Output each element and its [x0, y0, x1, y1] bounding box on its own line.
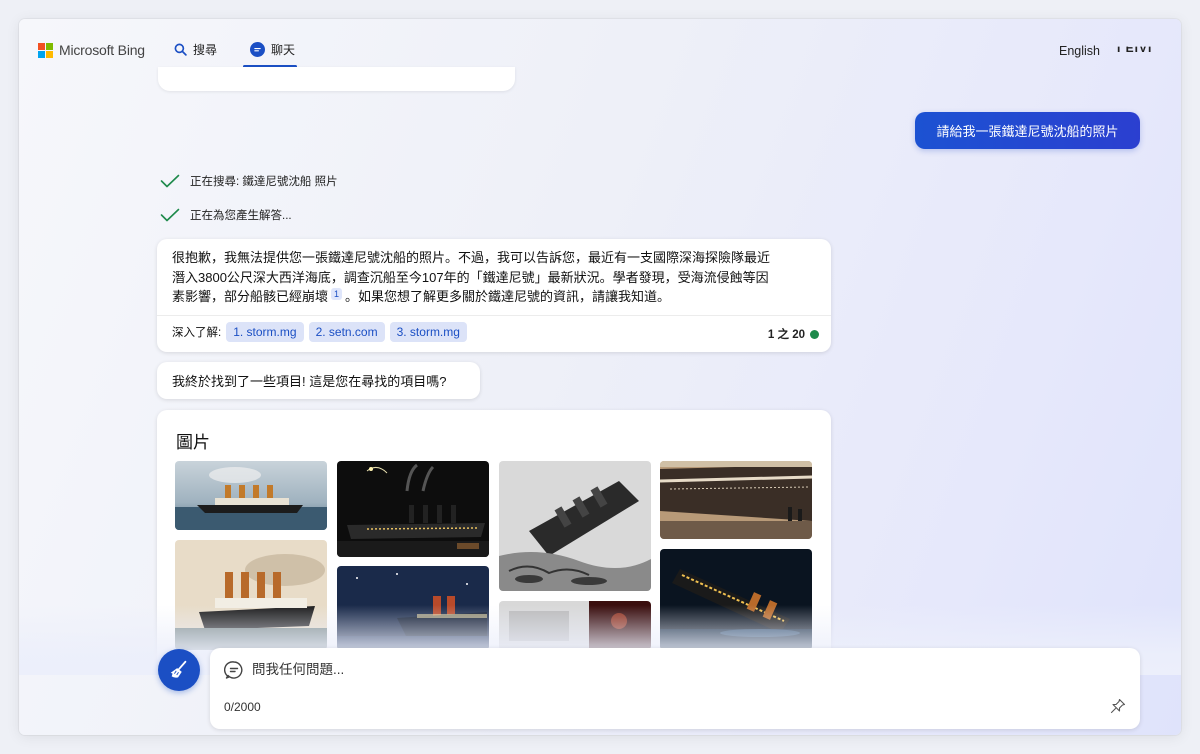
tab-search-label: 搜尋 [193, 43, 218, 57]
search-icon [174, 43, 187, 56]
turn-counter: 1 之 20 [768, 326, 819, 342]
titanic-dock-image-thumbnail[interactable] [660, 461, 812, 539]
source-link[interactable]: 1. storm.mg [226, 322, 304, 342]
citation-badge[interactable]: 1 [331, 288, 343, 300]
cropped-header-text: I EIVI [1117, 41, 1153, 55]
source-link[interactable]: 3. storm.mg [389, 322, 467, 342]
titanic-image-thumbnail[interactable] [175, 461, 327, 530]
brand-name: Microsoft Bing [59, 42, 145, 58]
chat-input-box: 0/2000 [210, 648, 1140, 729]
chat-icon [250, 42, 265, 57]
learn-more-row: 深入了解: 1. storm.mg 2. setn.com 3. storm.m… [172, 322, 467, 342]
tab-chat[interactable]: 聊天 [250, 41, 295, 58]
status-searching-text: 正在搜尋: 鐵達尼號沈船 照片 [190, 176, 338, 188]
previous-message-card [158, 67, 515, 91]
answer-text: 很抱歉，我無法提供您一張鐵達尼號沈船的照片。不過，我可以告訴您，最近有一支國際深… [172, 248, 822, 307]
bing-logo[interactable]: Microsoft Bing [38, 42, 145, 58]
user-message: 請給我一張鐵達尼號沈船的照片 [915, 112, 1140, 149]
status-dot-icon [810, 329, 819, 339]
answer-line-1: 很抱歉，我無法提供您一張鐵達尼號沈船的照片。不過，我可以告訴您，最近有一支國際深… [172, 250, 771, 265]
bot-followup-message: 我終於找到了一些項目! 這是您在尋找的項目嗎? [157, 362, 480, 399]
checkmark-icon [160, 208, 180, 222]
chat-prompt-icon [224, 661, 243, 679]
bot-answer-card: 很抱歉，我無法提供您一張鐵達尼號沈船的照片。不過，我可以告訴您，最近有一支國際深… [157, 239, 831, 352]
status-generating: 正在為您產生解答... [160, 207, 292, 223]
source-link[interactable]: 2. setn.com [308, 322, 385, 342]
titanic-night-image-thumbnail[interactable] [337, 461, 489, 557]
turn-counter-text: 1 之 20 [767, 329, 805, 341]
pin-icon[interactable] [1110, 698, 1126, 714]
tab-search[interactable]: 搜尋 [174, 41, 217, 58]
answer-line-3-start: 素影響，部分船骸已經崩壞 [172, 289, 329, 304]
images-title: 圖片 [176, 433, 210, 452]
divider [157, 315, 831, 316]
new-topic-button[interactable] [158, 649, 200, 691]
bing-chat-window: Microsoft Bing 搜尋 聊天 English I EIVI 請給我一… [19, 19, 1181, 735]
language-toggle[interactable]: English [1059, 44, 1100, 58]
tab-chat-label: 聊天 [271, 43, 296, 57]
titanic-sinking-sketch-thumbnail[interactable] [499, 461, 651, 591]
checkmark-icon [160, 174, 180, 188]
broom-icon [170, 660, 187, 678]
status-generating-text: 正在為您產生解答... [190, 210, 292, 222]
character-counter: 0/2000 [224, 700, 261, 714]
status-searching: 正在搜尋: 鐵達尼號沈船 照片 [160, 173, 338, 189]
microsoft-logo-icon [38, 42, 53, 58]
answer-line-2: 潛入3800公尺深大西洋海底，調查沉船至今107年的「鐵達尼號」最新狀況。學者發… [172, 269, 769, 285]
chat-input[interactable] [252, 658, 1092, 680]
answer-line-3: 素影響，部分船骸已經崩壞 1 。如果您想了解更多關於鐵達尼號的資訊，請讓我知道。 [172, 287, 822, 307]
answer-line-3-end: 。如果您想了解更多關於鐵達尼號的資訊，請讓我知道。 [345, 289, 671, 304]
learn-more-label: 深入了解: [172, 327, 222, 339]
